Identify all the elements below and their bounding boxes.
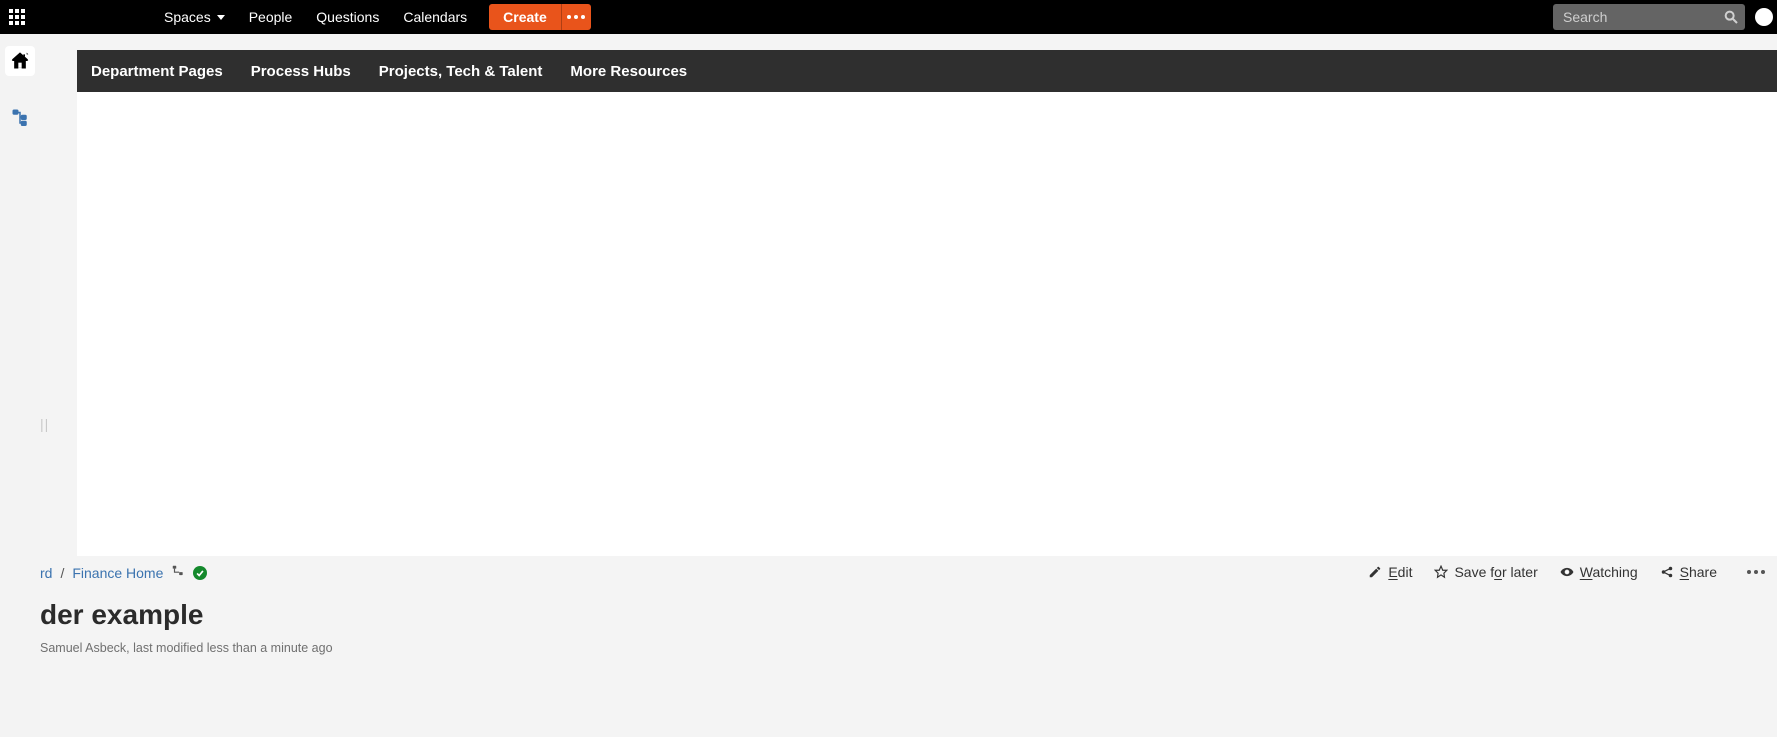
primary-nav: Spaces People Questions Calendars Create — [152, 0, 591, 34]
subnav-projects[interactable]: Projects, Tech & Talent — [379, 63, 543, 80]
search-field[interactable] — [1553, 4, 1745, 30]
page-meta: rd / Finance Home Edit Save for later — [40, 556, 1777, 737]
create-button[interactable]: Create — [489, 4, 561, 30]
breadcrumb-link-finance-home[interactable]: Finance Home — [72, 565, 163, 581]
rail-tree-button[interactable] — [11, 108, 29, 131]
topbar-right — [1553, 4, 1777, 30]
more-actions-button[interactable] — [1739, 570, 1773, 574]
tree-icon — [11, 108, 29, 126]
pencil-icon — [1368, 565, 1382, 579]
home-icon — [10, 51, 30, 71]
page-tree-icon[interactable] — [171, 564, 185, 581]
nav-questions[interactable]: Questions — [304, 0, 391, 34]
subnav-more-resources[interactable]: More Resources — [570, 63, 687, 80]
edit-label: Edit — [1388, 564, 1412, 580]
eye-icon — [1560, 565, 1574, 579]
save-for-later-button[interactable]: Save for later — [1434, 564, 1537, 580]
search-icon[interactable] — [1723, 9, 1739, 25]
watching-button[interactable]: Watching — [1560, 564, 1638, 580]
create-more-button[interactable] — [561, 4, 591, 30]
avatar[interactable] — [1755, 8, 1773, 26]
left-rail — [0, 34, 40, 737]
star-icon — [1434, 565, 1448, 579]
status-ok-icon[interactable] — [193, 566, 207, 580]
app-switcher-icon[interactable] — [0, 0, 34, 34]
search-input[interactable] — [1553, 4, 1745, 30]
share-label: Share — [1680, 564, 1717, 580]
breadcrumb-fragment[interactable]: rd — [40, 565, 52, 581]
rail-home-button[interactable] — [5, 46, 35, 76]
chevron-down-icon — [217, 15, 225, 20]
nav-label: Spaces — [164, 9, 211, 25]
page-title: der example — [40, 599, 1777, 631]
space-subnav: Department Pages Process Hubs Projects, … — [77, 50, 1777, 92]
hero-region — [77, 50, 1777, 556]
subnav-process-hubs[interactable]: Process Hubs — [251, 63, 351, 80]
dots-icon — [567, 15, 585, 19]
save-label: Save for later — [1454, 564, 1537, 580]
page-byline: Samuel Asbeck, last modified less than a… — [40, 641, 1777, 655]
share-icon — [1660, 565, 1674, 579]
create-label: Create — [503, 9, 547, 25]
page-actions: Edit Save for later Watching Share — [1368, 564, 1773, 580]
breadcrumb-separator: / — [60, 565, 64, 581]
edit-button[interactable]: Edit — [1368, 564, 1412, 580]
nav-label: People — [249, 9, 293, 25]
create-group: Create — [489, 4, 591, 30]
nav-label: Calendars — [403, 9, 467, 25]
subnav-department-pages[interactable]: Department Pages — [91, 63, 223, 80]
nav-people[interactable]: People — [237, 0, 305, 34]
nav-spaces[interactable]: Spaces — [152, 0, 237, 34]
share-button[interactable]: Share — [1660, 564, 1717, 580]
global-topbar: Spaces People Questions Calendars Create — [0, 0, 1777, 34]
nav-calendars[interactable]: Calendars — [391, 0, 479, 34]
nav-label: Questions — [316, 9, 379, 25]
grid-icon — [9, 9, 25, 25]
watching-label: Watching — [1580, 564, 1638, 580]
sidebar-resize-handle[interactable]: || — [40, 416, 49, 432]
